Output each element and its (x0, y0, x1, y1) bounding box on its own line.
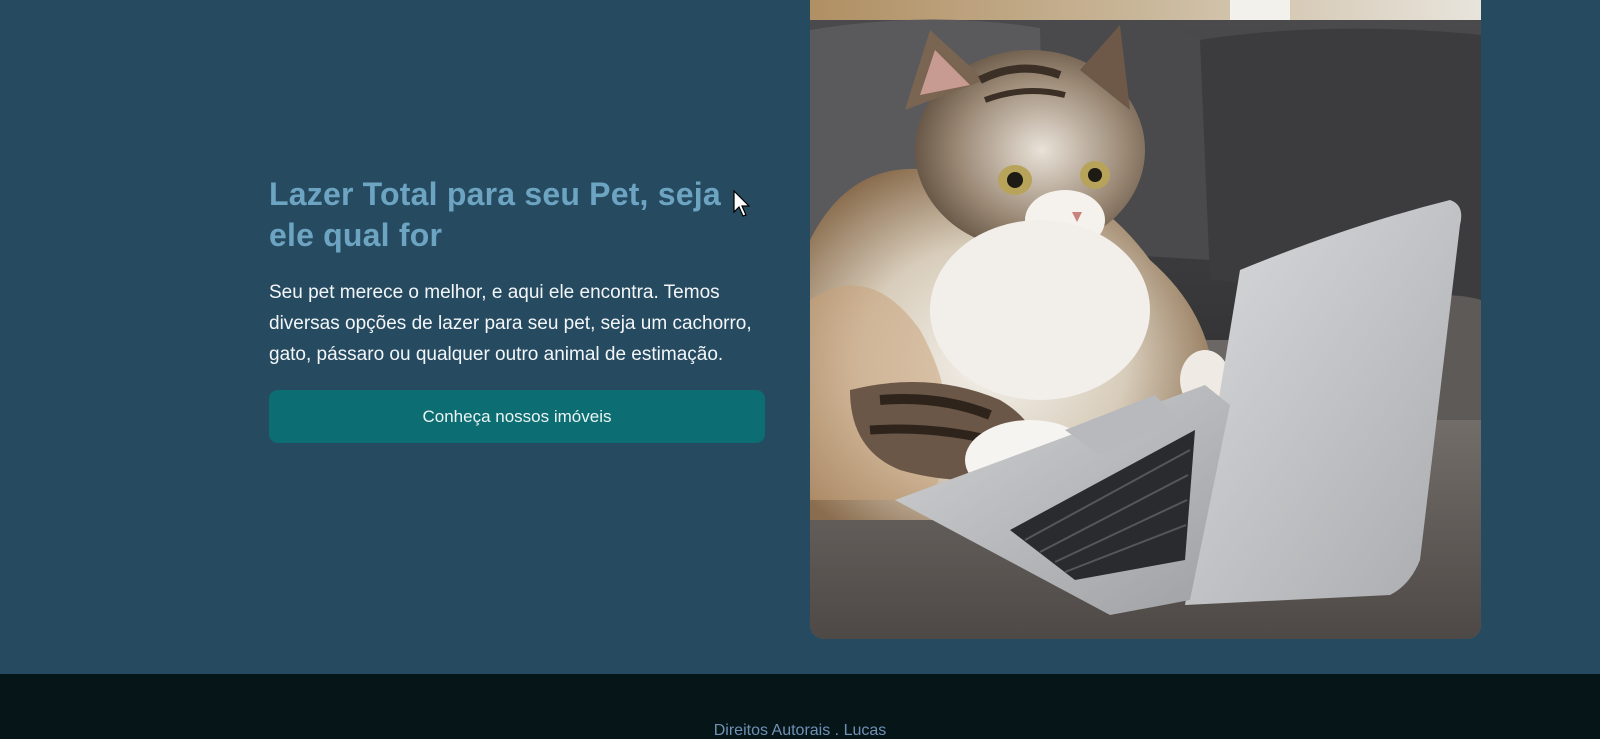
footer-copyright: Direitos Autorais . Lucas (713, 722, 887, 739)
hero-text-block: Lazer Total para seu Pet, seja ele qual … (269, 174, 769, 443)
cat-with-laptop-photo-icon (810, 0, 1481, 639)
hero-title: Lazer Total para seu Pet, seja ele qual … (269, 176, 721, 253)
page-footer: Direitos Autorais . Lucas (0, 674, 1600, 739)
hero-section: Lazer Total para seu Pet, seja ele qual … (0, 0, 1600, 674)
cta-button[interactable]: Conheça nossos imóveis (269, 390, 765, 443)
hero-description: Seu pet merece o melhor, e aqui ele enco… (269, 282, 752, 365)
mouse-cursor-icon (733, 190, 751, 217)
hero-image (810, 0, 1481, 639)
